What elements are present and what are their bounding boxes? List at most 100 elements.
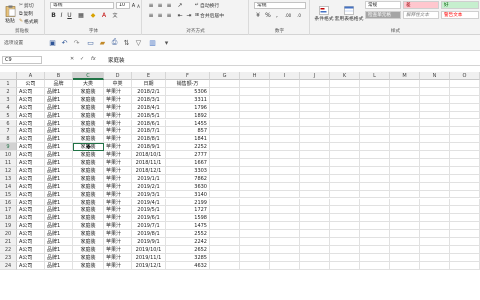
empty-cell[interactable] <box>330 198 360 207</box>
empty-cell[interactable] <box>450 198 480 207</box>
merge-center-button[interactable]: ⊞ 合并后居中 <box>195 12 224 19</box>
table-cell[interactable]: A公司 <box>17 111 45 120</box>
empty-cell[interactable] <box>240 166 270 175</box>
table-cell[interactable]: 家庭装 <box>73 222 104 231</box>
empty-cell[interactable] <box>450 95 480 104</box>
empty-cell[interactable] <box>360 198 390 207</box>
insert-function-icon[interactable]: fx <box>91 56 96 62</box>
empty-cell[interactable] <box>420 182 450 191</box>
table-cell[interactable]: 家庭装 <box>73 253 104 262</box>
table-cell[interactable]: 品牌1 <box>45 238 73 246</box>
column-header-o[interactable]: O <box>450 72 480 80</box>
empty-cell[interactable] <box>300 143 330 152</box>
empty-cell[interactable] <box>390 230 420 238</box>
table-cell[interactable]: 苹果汁 <box>104 182 132 191</box>
table-cell[interactable]: A公司 <box>17 214 45 223</box>
column-header-l[interactable]: L <box>360 72 390 80</box>
empty-cell[interactable] <box>300 174 330 183</box>
table-cell[interactable]: A公司 <box>17 87 45 96</box>
table-cell[interactable]: 苹果汁 <box>104 127 132 136</box>
border-icon[interactable]: ▦ <box>77 12 85 19</box>
table-cell[interactable]: 家庭装 <box>73 166 104 175</box>
table-cell[interactable]: 2018/8/1 <box>132 135 166 144</box>
empty-cell[interactable] <box>210 87 240 96</box>
empty-cell[interactable] <box>360 111 390 120</box>
empty-cell[interactable] <box>300 245 330 254</box>
empty-cell[interactable] <box>420 159 450 167</box>
empty-cell[interactable] <box>330 245 360 254</box>
empty-cell[interactable] <box>330 80 360 88</box>
new-file-icon[interactable]: ▭ <box>86 38 95 47</box>
empty-cell[interactable] <box>360 119 390 128</box>
empty-cell[interactable] <box>450 182 480 191</box>
table-cell[interactable]: 家庭装 <box>73 103 104 112</box>
empty-cell[interactable] <box>330 159 360 167</box>
empty-cell[interactable] <box>270 190 300 199</box>
table-cell[interactable]: 2252 <box>166 143 210 152</box>
row-header[interactable]: 19 <box>0 222 17 231</box>
empty-cell[interactable] <box>240 261 270 270</box>
table-cell[interactable]: 品牌1 <box>45 198 73 207</box>
empty-cell[interactable] <box>210 253 240 262</box>
empty-cell[interactable] <box>270 127 300 136</box>
table-cell[interactable]: 2018/12/1 <box>132 166 166 175</box>
comma-icon[interactable]: , <box>273 12 281 19</box>
empty-cell[interactable] <box>270 135 300 144</box>
empty-cell[interactable] <box>420 151 450 159</box>
empty-cell[interactable] <box>300 127 330 136</box>
conditional-format-button[interactable]: 条件格式 <box>313 2 335 26</box>
empty-cell[interactable] <box>420 230 450 238</box>
empty-cell[interactable] <box>450 214 480 223</box>
empty-cell[interactable] <box>300 166 330 175</box>
empty-cell[interactable] <box>420 95 450 104</box>
increase-indent-icon[interactable]: ⇥ <box>185 12 193 19</box>
row-header[interactable]: 18 <box>0 214 17 223</box>
empty-cell[interactable] <box>450 119 480 128</box>
table-cell[interactable]: 品牌1 <box>45 206 73 215</box>
table-cell[interactable]: 苹果汁 <box>104 214 132 223</box>
column-header-m[interactable]: M <box>390 72 420 80</box>
table-cell[interactable]: 1598 <box>166 214 210 223</box>
column-header-d[interactable]: D <box>104 72 132 80</box>
row-header[interactable]: 7 <box>0 127 17 136</box>
empty-cell[interactable] <box>240 174 270 183</box>
table-cell[interactable]: A公司 <box>17 166 45 175</box>
row-header[interactable]: 24 <box>0 261 17 270</box>
empty-cell[interactable] <box>420 261 450 270</box>
table-cell[interactable]: A公司 <box>17 151 45 159</box>
align-top-icon[interactable]: ≡ <box>147 2 155 9</box>
empty-cell[interactable] <box>210 80 240 88</box>
table-cell[interactable]: 品牌1 <box>45 174 73 183</box>
table-cell[interactable]: 1727 <box>166 206 210 215</box>
empty-cell[interactable] <box>240 206 270 215</box>
empty-cell[interactable] <box>390 135 420 144</box>
column-header-a[interactable]: A <box>17 72 45 80</box>
table-cell[interactable]: A公司 <box>17 143 45 152</box>
empty-cell[interactable] <box>450 87 480 96</box>
empty-cell[interactable] <box>330 151 360 159</box>
empty-cell[interactable] <box>210 103 240 112</box>
empty-cell[interactable] <box>270 222 300 231</box>
column-heading-cell[interactable]: 公司 <box>17 80 45 88</box>
empty-cell[interactable] <box>390 111 420 120</box>
empty-cell[interactable] <box>240 151 270 159</box>
empty-cell[interactable] <box>210 127 240 136</box>
empty-cell[interactable] <box>420 166 450 175</box>
empty-cell[interactable] <box>300 198 330 207</box>
empty-cell[interactable] <box>420 135 450 144</box>
empty-cell[interactable] <box>270 261 300 270</box>
table-cell[interactable]: 5306 <box>166 87 210 96</box>
table-cell[interactable]: 家庭装 <box>73 238 104 246</box>
align-middle-icon[interactable]: ≡ <box>156 2 164 9</box>
align-center-icon[interactable]: ≡ <box>156 12 164 19</box>
empty-cell[interactable] <box>420 206 450 215</box>
empty-cell[interactable] <box>330 230 360 238</box>
table-cell[interactable]: 家庭装 <box>73 261 104 270</box>
table-cell[interactable]: 苹果汁 <box>104 135 132 144</box>
sort-icon[interactable]: ⇅ <box>122 38 131 47</box>
empty-cell[interactable] <box>450 111 480 120</box>
enter-icon[interactable]: ✓ <box>80 56 84 62</box>
empty-cell[interactable] <box>330 182 360 191</box>
empty-cell[interactable] <box>330 143 360 152</box>
table-cell[interactable]: A公司 <box>17 222 45 231</box>
